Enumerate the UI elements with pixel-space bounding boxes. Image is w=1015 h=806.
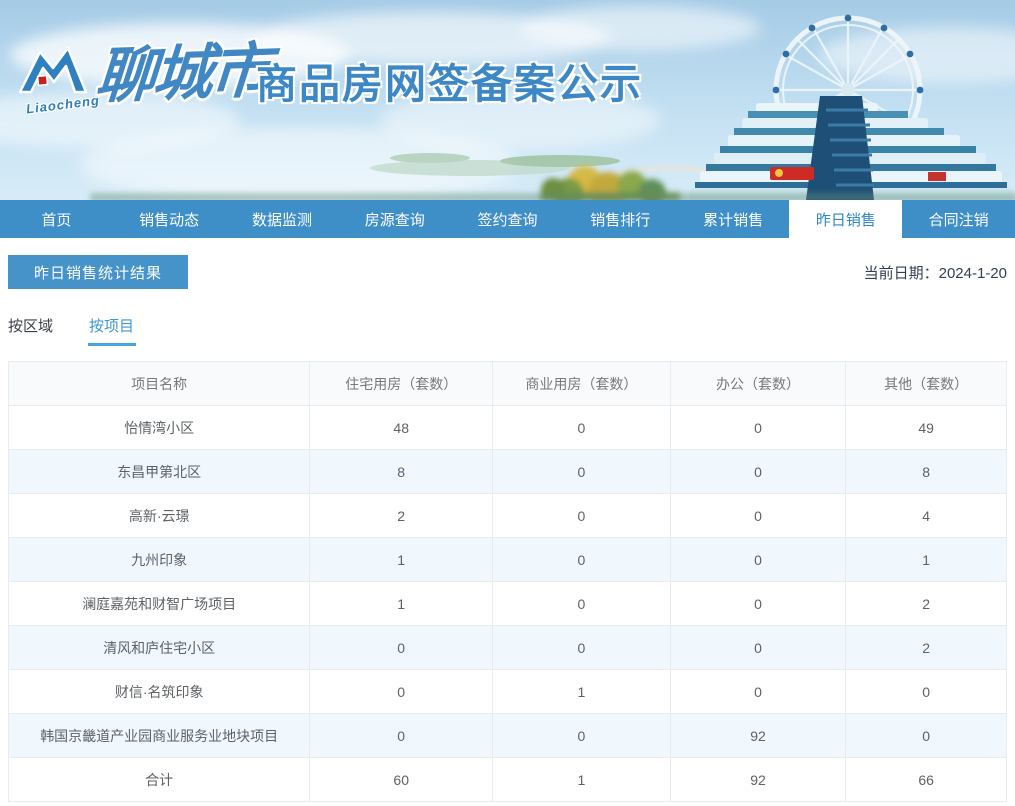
nav-item[interactable]: 数据监测 <box>226 200 339 238</box>
table-cell: 0 <box>492 449 671 494</box>
table-cell: 合计 <box>7 757 311 802</box>
table-cell: 九州印象 <box>7 537 311 582</box>
table-cell: 0 <box>309 713 494 758</box>
table-cell: 1 <box>492 757 671 802</box>
table-cell: 92 <box>669 757 847 802</box>
site-title: 商品房网签备案公示 <box>256 61 643 107</box>
table-cell: 2 <box>309 493 494 538</box>
table-cell: 2 <box>845 625 1007 670</box>
table-cell: 60 <box>309 757 494 802</box>
table-row: 高新·云璟 2 0 0 4 <box>7 493 1007 538</box>
table-cell: 92 <box>669 713 847 758</box>
view-tabs: 按区域 按项目 <box>8 315 1007 346</box>
table-cell: 0 <box>669 449 847 494</box>
table-cell: 8 <box>845 449 1007 494</box>
nav-item[interactable]: 销售动态 <box>113 200 226 238</box>
column-header: 住宅用房（套数） <box>309 361 494 406</box>
stats-table-wrap: 项目名称 住宅用房（套数） 商业用房（套数） 办公（套数） 其他（套数） 怡情湾小区 48… <box>7 361 1007 802</box>
table-cell: 0 <box>669 625 847 670</box>
tab[interactable]: 按区域 <box>8 315 53 346</box>
nav-item[interactable]: 首页 <box>0 200 113 238</box>
main-nav: 首页 销售动态 数据监测 房源查询 签约查询 销售排行 累计销售 昨日销售 合同注销 <box>0 200 1015 238</box>
table-cell: 0 <box>669 537 847 582</box>
table-cell: 高新·云璟 <box>7 493 311 538</box>
table-cell: 1 <box>845 537 1007 582</box>
nav-item[interactable]: 房源查询 <box>338 200 451 238</box>
section-title-badge: 昨日销售统计结果 <box>8 255 188 289</box>
table-cell: 0 <box>845 713 1007 758</box>
table-cell: 1 <box>309 581 494 626</box>
table-row: 合计 60 1 92 66 <box>7 757 1007 802</box>
liaocheng-logo-icon <box>18 46 88 94</box>
column-header: 商业用房（套数） <box>492 361 671 406</box>
table-cell: 49 <box>845 405 1007 450</box>
table-cell: 0 <box>845 669 1007 714</box>
tab[interactable]: 按项目 <box>89 315 134 346</box>
site-banner: Liaocheng 聊城市 商品房网签备案公示 <box>0 0 1015 200</box>
table-cell: 0 <box>309 625 494 670</box>
table-cell: 0 <box>669 493 847 538</box>
sales-stats-table: 项目名称 住宅用房（套数） 商业用房（套数） 办公（套数） 其他（套数） 怡情湾小区 48… <box>7 361 1007 802</box>
table-row: 韩国京畿道产业园商业服务业地块项目 0 0 92 0 <box>7 713 1007 758</box>
table-cell: 1 <box>492 669 671 714</box>
table-cell: 0 <box>492 713 671 758</box>
table-cell: 48 <box>309 405 494 450</box>
table-cell: 0 <box>309 669 494 714</box>
table-cell: 0 <box>669 405 847 450</box>
table-row: 财信·名筑印象 0 1 0 0 <box>7 669 1007 714</box>
nav-item[interactable]: 合同注销 <box>902 200 1015 238</box>
table-cell: 0 <box>669 669 847 714</box>
table-row: 怡情湾小区 48 0 0 49 <box>7 405 1007 450</box>
table-row: 清风和庐住宅小区 0 0 0 2 <box>7 625 1007 670</box>
column-header: 项目名称 <box>7 361 311 406</box>
table-cell: 澜庭嘉苑和财智广场项目 <box>7 581 311 626</box>
brand-city-name: 聊城市 <box>93 36 270 112</box>
table-row: 东昌甲第北区 8 0 0 8 <box>7 449 1007 494</box>
table-cell: 韩国京畿道产业园商业服务业地块项目 <box>7 713 311 758</box>
table-cell: 66 <box>845 757 1007 802</box>
table-cell: 东昌甲第北区 <box>7 449 311 494</box>
column-header: 办公（套数） <box>669 361 847 406</box>
title-row: 昨日销售统计结果 当前日期：2024-1-20 <box>8 255 1007 289</box>
table-header-row: 项目名称 住宅用房（套数） 商业用房（套数） 办公（套数） 其他（套数） <box>7 361 1007 406</box>
table-cell: 0 <box>492 493 671 538</box>
nav-item[interactable]: 销售排行 <box>564 200 677 238</box>
table-cell: 2 <box>845 581 1007 626</box>
table-cell: 0 <box>492 405 671 450</box>
column-header: 其他（套数） <box>845 361 1007 406</box>
table-row: 九州印象 1 0 0 1 <box>7 537 1007 582</box>
table-cell: 0 <box>492 537 671 582</box>
table-cell: 0 <box>492 625 671 670</box>
table-cell: 怡情湾小区 <box>7 405 311 450</box>
table-cell: 8 <box>309 449 494 494</box>
table-cell: 0 <box>669 581 847 626</box>
table-row: 澜庭嘉苑和财智广场项目 1 0 0 2 <box>7 581 1007 626</box>
table-cell: 0 <box>492 581 671 626</box>
current-date-label: 当前日期：2024-1-20 <box>863 264 1007 282</box>
table-cell: 清风和庐住宅小区 <box>7 625 311 670</box>
nav-item[interactable]: 累计销售 <box>677 200 790 238</box>
table-cell: 4 <box>845 493 1007 538</box>
nav-item[interactable]: 昨日销售 <box>789 200 903 238</box>
table-cell: 1 <box>309 537 494 582</box>
nav-item[interactable]: 签约查询 <box>451 200 564 238</box>
main-content: 昨日销售统计结果 当前日期：2024-1-20 按区域 按项目 项目名称 住宅用房（… <box>0 255 1015 802</box>
table-body: 怡情湾小区 48 0 0 49 东昌甲第北区 8 0 0 8 高新·云璟 2 0 0 4 九州印象 1 0 0 1 澜庭… <box>7 405 1007 802</box>
table-cell: 财信·名筑印象 <box>7 669 311 714</box>
